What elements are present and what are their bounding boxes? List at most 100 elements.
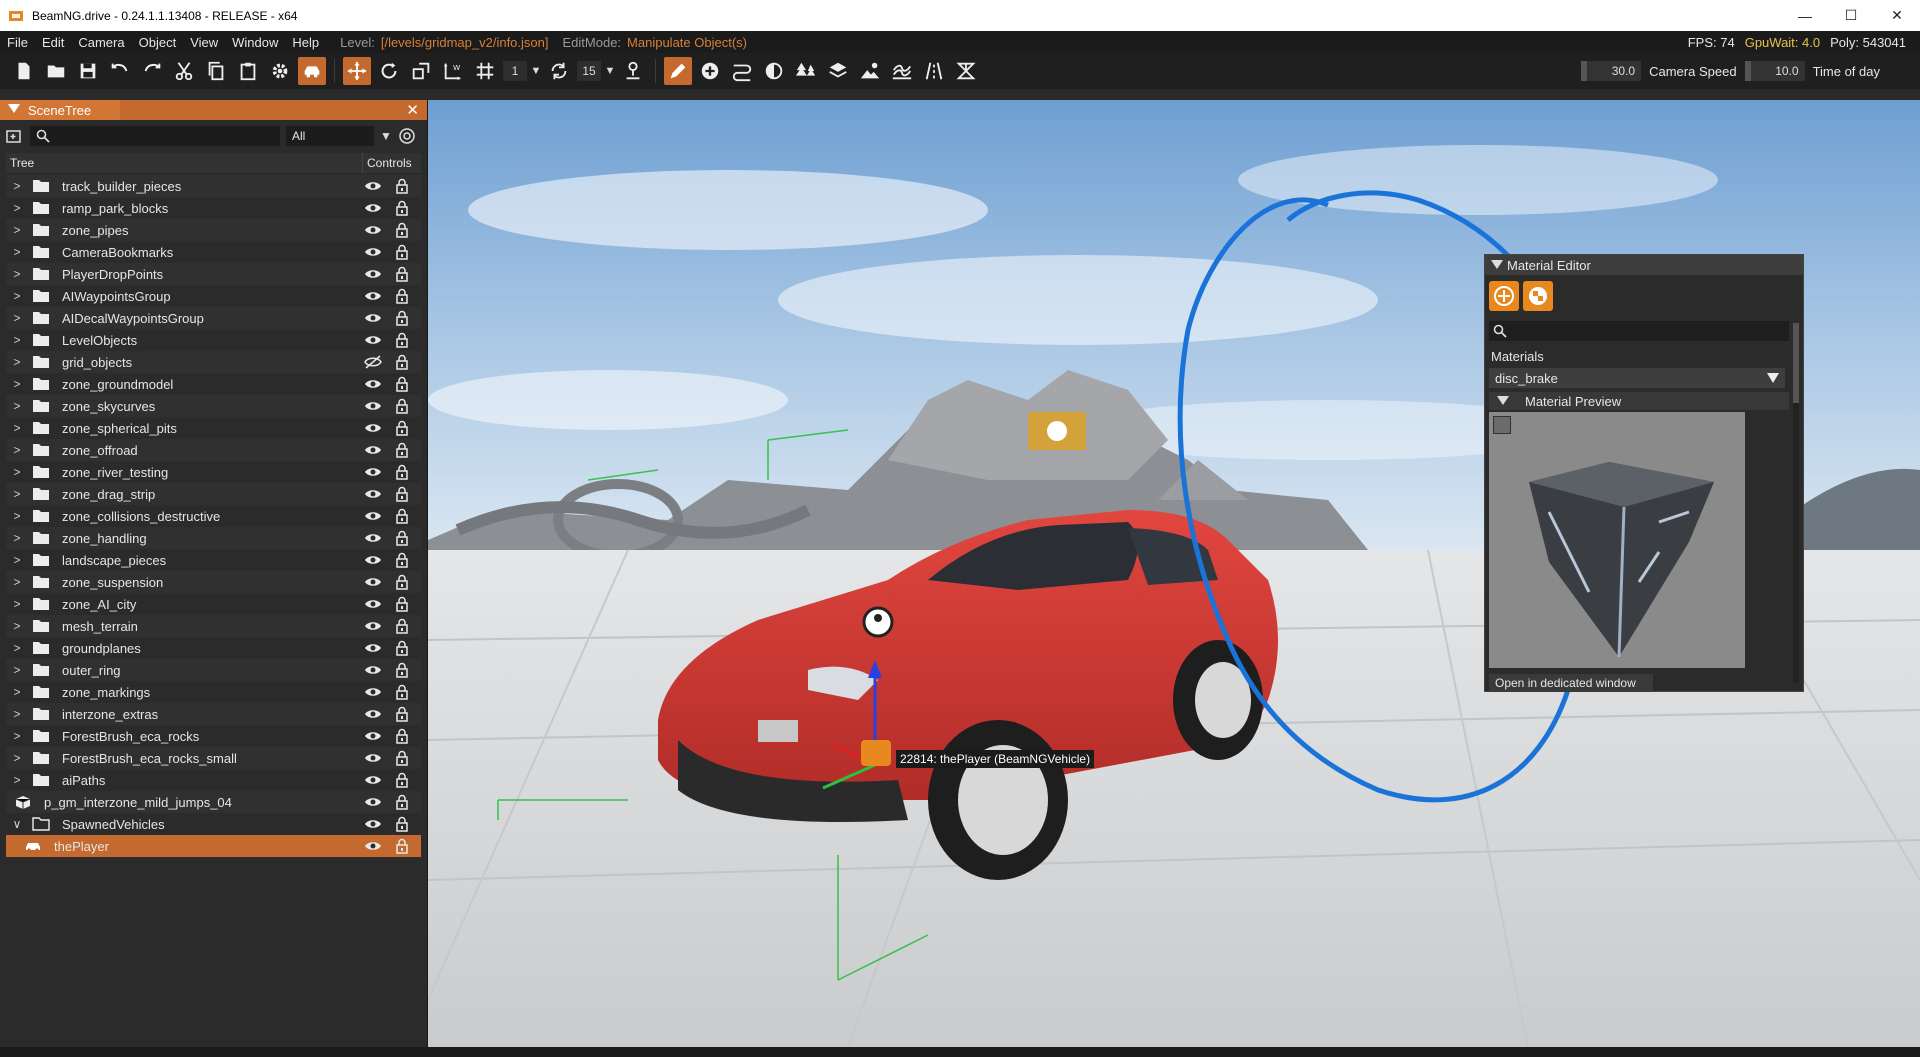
lock-icon[interactable] — [395, 354, 409, 370]
world-space-icon[interactable]: W — [439, 57, 467, 85]
chevron-right-icon[interactable]: > — [6, 597, 28, 611]
tree-row[interactable]: > zone_handling — [6, 527, 421, 549]
tree-row[interactable]: > landscape_pieces — [6, 549, 421, 571]
close-icon[interactable]: ✕ — [406, 101, 419, 119]
menu-camera[interactable]: Camera — [71, 35, 131, 50]
lock-icon[interactable] — [395, 574, 409, 590]
tree-row[interactable]: > mesh_terrain — [6, 615, 421, 637]
visibility-eye-icon[interactable] — [364, 465, 382, 479]
rotation-step-input[interactable]: 15 — [577, 61, 601, 81]
lock-icon[interactable] — [395, 838, 409, 854]
tree-row[interactable]: > PlayerDropPoints — [6, 263, 421, 285]
tree-row[interactable]: > interzone_extras — [6, 703, 421, 725]
tree-row[interactable]: > zone_groundmodel — [6, 373, 421, 395]
mesh-road-icon[interactable] — [920, 57, 948, 85]
visibility-eye-icon[interactable] — [364, 729, 382, 743]
vehicle-mode-icon[interactable] — [298, 57, 326, 85]
chevron-right-icon[interactable]: > — [6, 641, 28, 655]
lock-icon[interactable] — [395, 222, 409, 238]
open-folder-icon[interactable] — [42, 57, 70, 85]
lock-icon[interactable] — [395, 332, 409, 348]
menu-file[interactable]: File — [0, 35, 35, 50]
menu-window[interactable]: Window — [225, 35, 285, 50]
tree-row[interactable]: p_gm_interzone_mild_jumps_04 — [6, 791, 421, 813]
undo-icon[interactable] — [106, 57, 134, 85]
tree-row[interactable]: > outer_ring — [6, 659, 421, 681]
lock-icon[interactable] — [395, 662, 409, 678]
tree-row[interactable]: > zone_markings — [6, 681, 421, 703]
tree-row[interactable]: > CameraBookmarks — [6, 241, 421, 263]
visibility-eye-icon[interactable] — [364, 685, 382, 699]
lock-icon[interactable] — [395, 706, 409, 722]
visibility-eye-icon[interactable] — [364, 773, 382, 787]
lock-icon[interactable] — [395, 486, 409, 502]
terrain-paint-icon[interactable] — [760, 57, 788, 85]
chevron-right-icon[interactable]: > — [6, 663, 28, 677]
tree-row[interactable]: > ForestBrush_eca_rocks — [6, 725, 421, 747]
visibility-eye-icon[interactable] — [364, 179, 382, 193]
chevron-right-icon[interactable]: > — [6, 751, 28, 765]
tree-row[interactable]: > zone_collisions_destructive — [6, 505, 421, 527]
tree-row[interactable]: > groundplanes — [6, 637, 421, 659]
tree-row[interactable]: > ramp_park_blocks — [6, 197, 421, 219]
visibility-eye-icon[interactable] — [364, 267, 382, 281]
lock-icon[interactable] — [395, 244, 409, 260]
material-checker-icon[interactable] — [1523, 281, 1553, 311]
material-editor-scrollbar[interactable] — [1793, 323, 1799, 683]
lock-icon[interactable] — [395, 398, 409, 414]
road-editor-icon[interactable] — [728, 57, 756, 85]
lock-icon[interactable] — [395, 618, 409, 634]
lock-icon[interactable] — [395, 200, 409, 216]
visibility-eye-icon[interactable] — [364, 553, 382, 567]
visibility-eye-icon[interactable] — [364, 509, 382, 523]
forest-icon[interactable] — [792, 57, 820, 85]
filter-options-icon[interactable] — [398, 127, 416, 145]
visibility-eye-icon[interactable] — [364, 399, 382, 413]
lock-icon[interactable] — [395, 464, 409, 480]
snap-to-terrain-icon[interactable] — [619, 57, 647, 85]
tree-row[interactable]: > zone_AI_city — [6, 593, 421, 615]
chevron-right-icon[interactable]: > — [6, 201, 28, 215]
chevron-right-icon[interactable]: > — [6, 575, 28, 589]
rotation-snap-icon[interactable] — [545, 57, 573, 85]
menu-help[interactable]: Help — [285, 35, 326, 50]
scale-gizmo-icon[interactable] — [407, 57, 435, 85]
lock-icon[interactable] — [395, 310, 409, 326]
visibility-eye-icon[interactable] — [364, 223, 382, 237]
chevron-right-icon[interactable]: > — [6, 421, 28, 435]
visibility-eye-icon[interactable] — [364, 311, 382, 325]
redo-icon[interactable] — [138, 57, 166, 85]
visibility-eye-icon[interactable] — [364, 487, 382, 501]
visibility-eye-icon[interactable] — [364, 597, 382, 611]
tree-row[interactable]: > aiPaths — [6, 769, 421, 791]
visibility-hidden-icon[interactable] — [364, 355, 382, 369]
collapse-triangle-icon[interactable] — [8, 104, 20, 113]
navmesh-icon[interactable] — [952, 57, 980, 85]
chevron-right-icon[interactable]: > — [6, 245, 28, 259]
visibility-eye-icon[interactable] — [364, 333, 382, 347]
collapse-triangle-icon[interactable] — [1491, 260, 1503, 269]
visibility-eye-icon[interactable] — [364, 751, 382, 765]
chevron-right-icon[interactable]: > — [6, 223, 28, 237]
rotation-step-dropdown-icon[interactable]: ▼ — [603, 65, 617, 77]
copy-icon[interactable] — [202, 57, 230, 85]
tree-row[interactable]: > grid_objects — [6, 351, 421, 373]
chevron-down-icon[interactable]: ∨ — [6, 817, 28, 831]
save-icon[interactable] — [74, 57, 102, 85]
visibility-eye-icon[interactable] — [364, 377, 382, 391]
chevron-right-icon[interactable]: > — [6, 179, 28, 193]
lock-icon[interactable] — [395, 772, 409, 788]
lock-icon[interactable] — [395, 816, 409, 832]
material-select[interactable]: disc_brake — [1489, 368, 1785, 388]
lock-icon[interactable] — [395, 640, 409, 656]
chevron-right-icon[interactable]: > — [6, 377, 28, 391]
tree-row[interactable]: > zone_offroad — [6, 439, 421, 461]
rotate-gizmo-icon[interactable] — [375, 57, 403, 85]
scene-tree-filter-select[interactable]: All — [286, 126, 374, 146]
chevron-right-icon[interactable]: > — [6, 355, 28, 369]
chevron-right-icon[interactable]: > — [6, 619, 28, 633]
material-search-input[interactable] — [1489, 321, 1789, 341]
lock-icon[interactable] — [395, 420, 409, 436]
chevron-right-icon[interactable]: > — [6, 289, 28, 303]
preview-checkbox[interactable] — [1493, 416, 1511, 434]
